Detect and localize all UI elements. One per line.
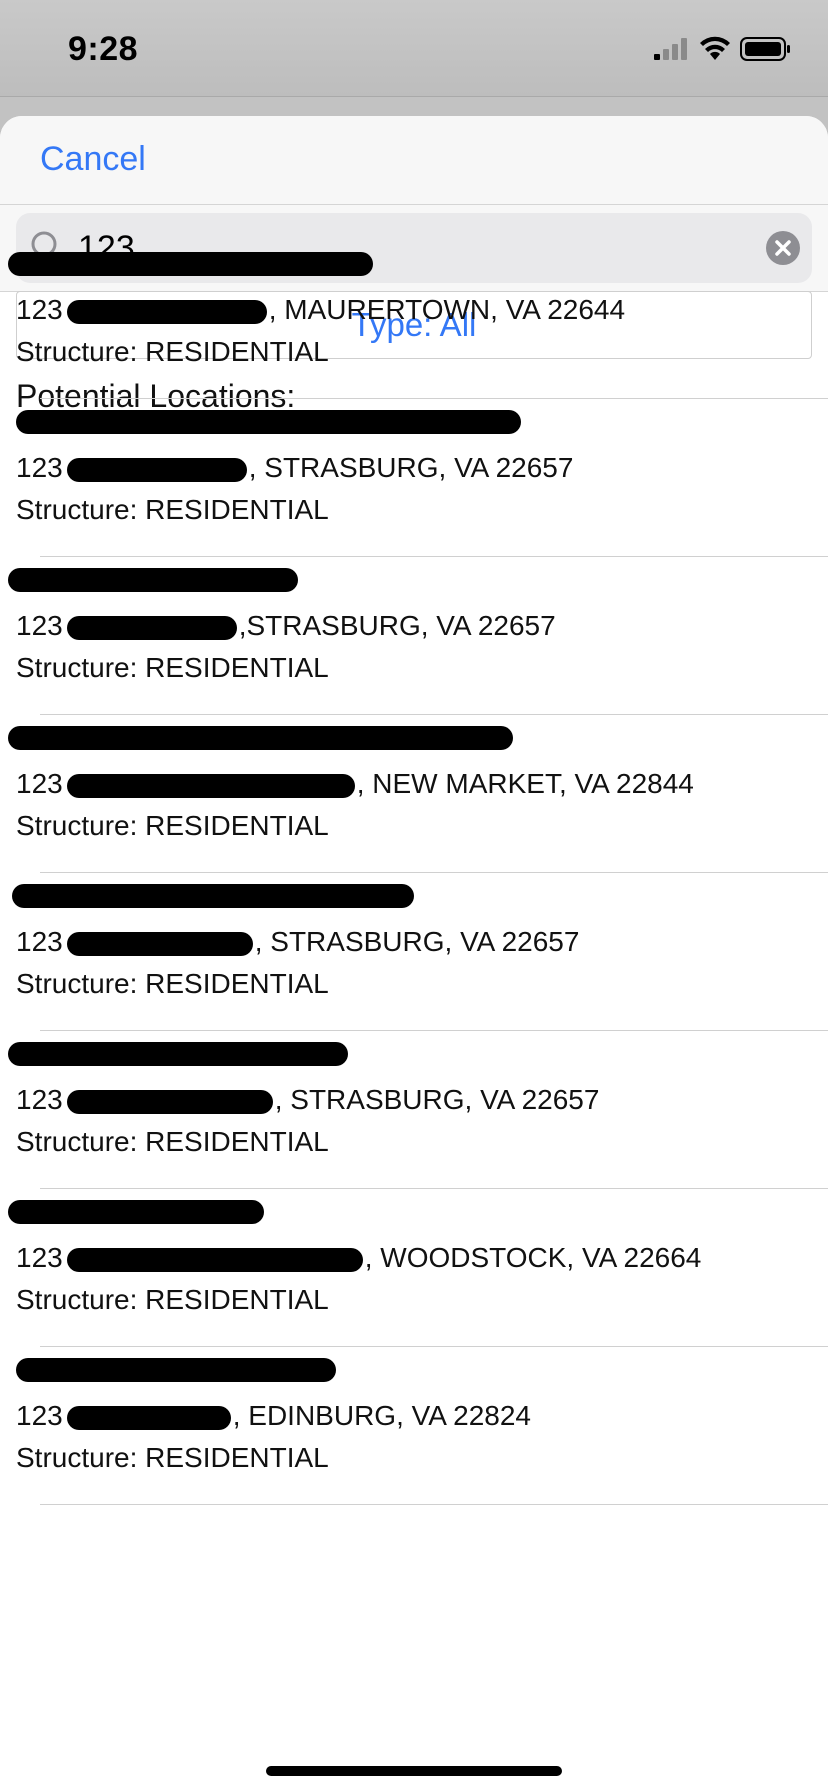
structure-type: Structure: RESIDENTIAL	[16, 1442, 329, 1473]
status-bar: 9:28	[0, 0, 828, 97]
location-result-row[interactable]: 123, STRASBURG, VA 22657 Structure: RESID…	[0, 764, 828, 1031]
redacted-location-name	[8, 252, 373, 276]
address-city-state-zip: , EDINBURG, VA 22824	[232, 1400, 531, 1431]
wifi-icon	[700, 36, 730, 60]
home-indicator	[266, 1766, 562, 1776]
redacted-location-name	[8, 1200, 264, 1224]
redacted-location-name	[8, 568, 298, 592]
location-search-sheet: Cancel Type: All Potential Locations: 12…	[0, 116, 828, 1792]
location-result-row[interactable]: 123, STRASBURG, VA 22657 Structure: RESID…	[0, 922, 828, 1189]
redacted-location-name	[8, 1042, 348, 1066]
redacted-location-name	[16, 410, 521, 434]
row-divider	[40, 1504, 828, 1505]
redacted-location-name	[12, 884, 414, 908]
location-result-row[interactable]: 123 , EDINBURG, VA 22824 Structure: RESIDE…	[0, 1238, 828, 1505]
cellular-signal-icon	[654, 38, 687, 60]
battery-icon	[740, 37, 790, 61]
result-address: 123 , EDINBURG, VA 22824	[16, 1400, 531, 1432]
location-result-row[interactable]: 123, WOODSTOCK, VA 22664 Structure: RESID…	[0, 1080, 828, 1347]
address-number: 123	[16, 1400, 63, 1431]
redacted-location-name	[8, 726, 513, 750]
redacted-location-name	[16, 1358, 336, 1382]
location-result-row[interactable]: 123, NEW MARKET, VA 22844 Structure: RESI…	[0, 606, 828, 873]
location-result-row[interactable]: 123 ,STRASBURG, VA 22657 Structure: RESIDE…	[0, 448, 828, 715]
status-time: 9:28	[68, 30, 139, 68]
location-result-row[interactable]: 123, MAURERTOWN, VA 22644 Structure: RESI…	[0, 132, 828, 399]
redacted-street-name	[66, 1405, 231, 1430]
status-icons	[654, 36, 794, 62]
location-result-row[interactable]: 123, STRASBURG, VA 22657 Structure: RESID…	[0, 290, 828, 557]
